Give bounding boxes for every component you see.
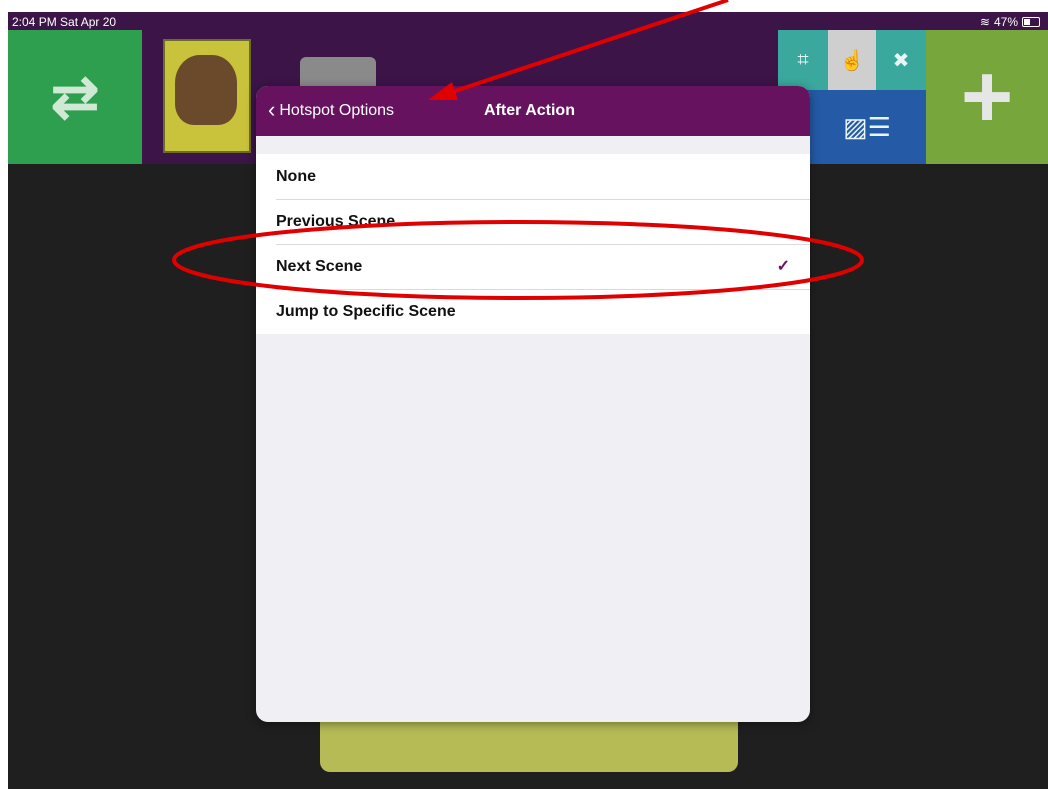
option-label: Previous Scene	[276, 213, 396, 230]
battery-icon	[1022, 17, 1040, 27]
dialog-header: ‹ Hotspot Options After Action	[256, 86, 810, 136]
close-icon: ✖	[892, 49, 910, 72]
option-label: Next Scene	[276, 258, 363, 275]
status-right: ≋ 47%	[980, 12, 1040, 32]
status-bar: 2:04 PM Sat Apr 20 ≋ 47%	[8, 12, 1048, 32]
crop-hotspot-button[interactable]: ⌗	[778, 30, 828, 90]
option-label: Jump to Specific Scene	[276, 303, 456, 320]
option-previous-scene[interactable]: Previous Scene	[256, 199, 810, 244]
touch-hotspot-button[interactable]: ☝	[828, 30, 876, 90]
bear-illustration	[175, 55, 237, 125]
status-time: 2:04 PM Sat Apr 20	[12, 15, 117, 29]
swap-icon: ⇄	[50, 65, 100, 130]
delete-hotspot-button[interactable]: ✖	[876, 30, 926, 90]
option-label: None	[276, 168, 316, 185]
dialog-title: After Action	[484, 102, 575, 119]
hand-touch-icon: ☝	[839, 49, 865, 72]
back-label: Hotspot Options	[279, 102, 395, 119]
after-action-dialog: ‹ Hotspot Options After Action None Prev…	[256, 86, 810, 722]
option-next-scene[interactable]: Next Scene ✓	[256, 244, 810, 289]
swap-scene-button[interactable]: ⇄	[8, 30, 142, 164]
image-text-icon: ▨☰	[843, 111, 891, 142]
add-button[interactable]: +	[926, 30, 1048, 164]
back-button[interactable]: ‹ Hotspot Options	[268, 86, 394, 136]
option-jump-to-specific-scene[interactable]: Jump to Specific Scene	[256, 289, 810, 334]
scene-thumbnail[interactable]	[163, 39, 251, 153]
option-none[interactable]: None	[256, 154, 810, 199]
plus-icon: +	[960, 46, 1014, 147]
battery-percent: 47%	[993, 15, 1018, 29]
crop-icon: ⌗	[797, 48, 809, 71]
checkmark-icon: ✓	[776, 258, 790, 275]
chevron-left-icon: ‹	[268, 97, 276, 122]
after-action-list: None Previous Scene Next Scene ✓ Jump to…	[256, 154, 810, 334]
image-text-button[interactable]: ▨☰	[808, 90, 926, 164]
wifi-icon: ≋	[979, 15, 990, 29]
